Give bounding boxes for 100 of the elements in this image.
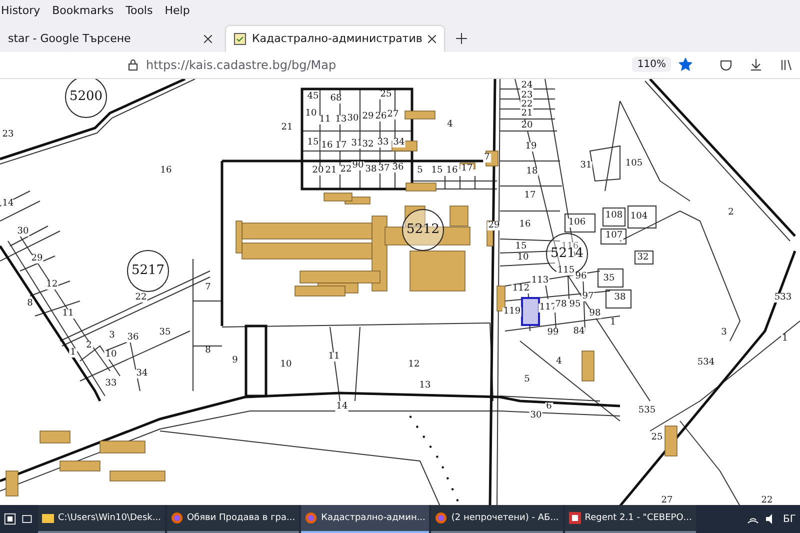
parcel-number: 10 (104, 350, 118, 360)
parcel-number: 25 (379, 90, 393, 100)
parcel-number: 8 (26, 299, 34, 308)
browser-tab[interactable]: star - Google Търсене (0, 26, 220, 52)
taskbar-item[interactable]: Regent 2.1 - "СЕВЕРО... (564, 505, 696, 533)
parcel-number: 106 (567, 218, 587, 228)
parcel-number: 68 (329, 94, 343, 104)
download-icon[interactable] (750, 58, 762, 71)
browser-icon (305, 512, 318, 524)
menu-item[interactable]: History (1, 4, 40, 18)
task-view-icon[interactable] (21, 513, 33, 525)
highlighted-parcel[interactable] (521, 296, 540, 326)
parcel-number: 95 (568, 300, 582, 310)
parcel-number: 2 (85, 341, 93, 350)
parcel-number: 22 (760, 496, 774, 505)
parcel-number: 26 (374, 112, 388, 122)
parcel-number: 115 (556, 266, 576, 276)
library-icon[interactable] (780, 58, 792, 71)
block-number: 5217 (127, 250, 169, 292)
parcel-number: 16 (518, 220, 532, 230)
browser-icon (435, 512, 448, 524)
parcel-number: 104 (629, 212, 649, 222)
parcel-number: 5 (416, 166, 424, 176)
parcel-number: 33 (104, 379, 118, 388)
parcel-number: 37 (377, 164, 391, 174)
parcel-number: 27 (386, 110, 400, 120)
parcel-number: 31 (350, 139, 364, 148)
parcel-number: 97 (581, 292, 595, 302)
parcel-number: 29 (487, 221, 501, 230)
parcel-number: 1 (781, 334, 789, 344)
parcel-number: 34 (135, 369, 149, 378)
parcel-number: 105 (624, 159, 644, 168)
parcel-number: 535 (637, 406, 657, 416)
parcel-number: 21 (324, 166, 338, 176)
parcel-number: 11 (327, 352, 341, 362)
parcel-number: 3 (108, 331, 116, 340)
folder-icon (42, 512, 54, 524)
star-icon[interactable] (679, 58, 692, 72)
language-indicator[interactable]: БГ (783, 514, 796, 524)
taskbar-item[interactable]: (2 непрочетени) - АБ... (431, 505, 563, 533)
parcel-number: 13 (418, 381, 432, 390)
taskbar-item[interactable]: C:\Users\Win10\Desk... (38, 505, 165, 533)
parcel-number: 1 (69, 348, 77, 358)
parcel-number: 84 (572, 327, 586, 336)
parcel-number: 20 (520, 121, 534, 130)
app-icon (568, 512, 581, 524)
url-text[interactable]: https://kais.cadastre.bg/bg/Map (146, 58, 624, 72)
parcel-number: 78 (554, 300, 568, 310)
menu-item[interactable]: Help (164, 4, 190, 18)
parcel-number: 15 (514, 242, 528, 252)
parcel-number: 14 (335, 402, 349, 412)
parcel-number: 12 (45, 280, 59, 290)
parcel-number: 8 (204, 346, 212, 356)
parcel-number: 23 (520, 91, 534, 100)
parcel-number: 9 (231, 356, 239, 366)
parcel-number: 35 (158, 328, 172, 338)
parcel-number: 34 (392, 138, 406, 148)
page-icon (234, 32, 246, 45)
parcel-number: 35 (602, 274, 616, 284)
parcel-number: 21 (280, 123, 294, 132)
zoom-level[interactable]: 110% (632, 57, 671, 72)
menu-item[interactable]: Tools (126, 4, 153, 18)
close-icon[interactable] (204, 34, 212, 43)
block-number: 5212 (402, 208, 444, 251)
parcel-number: 13 (334, 115, 348, 124)
parcel-number: 38 (364, 165, 378, 174)
close-icon[interactable] (428, 34, 436, 43)
parcel-number: 5 (523, 375, 531, 384)
parcel-number: 16 (445, 166, 459, 176)
menu-item[interactable]: Bookmarks (52, 4, 114, 18)
parcel-number: 11 (61, 309, 75, 318)
taskbar-item[interactable]: Обяви Продава в гра... (166, 505, 300, 533)
parcel-number: 98 (588, 309, 602, 318)
windows-logo-icon[interactable] (4, 513, 16, 525)
browser-tab[interactable]: Кадастрално-административ (226, 26, 444, 52)
parcel-number: 36 (126, 333, 140, 342)
parcel-number: 10 (516, 253, 530, 262)
lock-icon (128, 58, 138, 71)
parcel-number: 38 (613, 293, 627, 302)
parcel-number: 15 (306, 138, 320, 148)
parcel-number: 7 (483, 153, 491, 162)
parcel-number: 19 (524, 142, 538, 152)
parcel-number: 96 (574, 272, 588, 282)
parcel-number: 14 (1, 199, 15, 208)
new-tab-icon[interactable] (456, 32, 468, 44)
parcel-number: 17 (460, 164, 474, 174)
taskbar-item[interactable]: Кадастрално-админ... (301, 505, 430, 533)
parcel-number: 17 (523, 191, 537, 200)
parcel-number: 16 (320, 141, 334, 150)
parcel-number: 1 (609, 318, 617, 328)
parcel-number: 30 (346, 114, 360, 124)
parcel-number: 21 (520, 109, 534, 118)
parcel-number: 108 (604, 211, 624, 220)
parcel-number: 107 (604, 231, 624, 240)
parcel-number: 15 (430, 166, 444, 176)
parcel-number: 45 (306, 92, 320, 102)
parcel-number: 11 (318, 115, 332, 124)
parcel-number: 2 (727, 208, 735, 218)
parcel-number: 32 (636, 253, 650, 262)
pocket-icon[interactable] (720, 58, 732, 71)
